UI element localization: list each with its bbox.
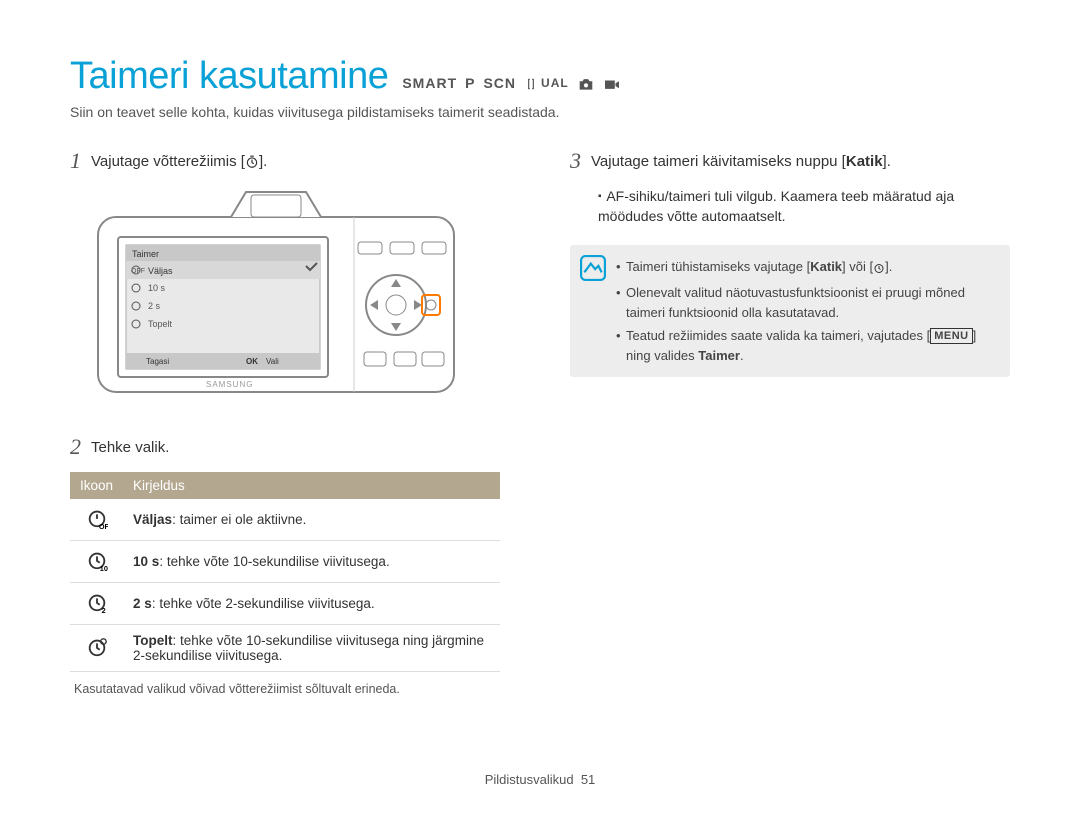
footer-section: Pildistusvalikud: [485, 772, 574, 787]
step-2-num: 2: [70, 436, 81, 458]
row-desc: 2 s: tehke võte 2-sekundilise viivituseg…: [123, 583, 500, 625]
step-3-num: 3: [570, 150, 581, 172]
step-2: 2 Tehke valik.: [70, 436, 510, 458]
svg-text:Vali: Vali: [266, 357, 279, 366]
step-1-num: 1: [70, 150, 81, 172]
step-1: 1 Vajutage võtterežiimis [].: [70, 150, 510, 173]
row-desc: Topelt: tehke võte 10-sekundilise viivit…: [123, 625, 500, 672]
note-icon: [580, 255, 606, 287]
row-icon-double: [70, 625, 123, 672]
mode-smart: SMART: [402, 75, 457, 91]
table-footnote: Kasutatavad valikud võivad võtterežiimis…: [74, 682, 510, 696]
mode-video-icon: [603, 75, 621, 91]
left-column: 1 Vajutage võtterežiimis []. Taimer: [70, 150, 510, 696]
svg-text:Topelt: Topelt: [148, 319, 173, 329]
mode-p: P: [465, 75, 475, 91]
table-row: 2 2 s: tehke võte 2-sekundilise viivitus…: [70, 583, 500, 625]
step-3: 3 Vajutage taimeri käivitamiseks nuppu […: [570, 150, 1010, 172]
intro-text: Siin on teavet selle kohta, kuidas viivi…: [70, 104, 1010, 120]
table-row: Topelt: tehke võte 10-sekundilise viivit…: [70, 625, 500, 672]
svg-text:Tagasi: Tagasi: [146, 357, 169, 366]
step-2-text: Tehke valik.: [91, 436, 169, 456]
note-box: Taimeri tühistamiseks vajutage [Katik] v…: [570, 245, 1010, 378]
row-icon-2s: 2: [70, 583, 123, 625]
note-item: Olenevalt valitud näotuvastusfunktsiooni…: [616, 283, 996, 322]
mode-icons: SMART P SCN UAL: [402, 75, 620, 91]
svg-text:SAMSUNG: SAMSUNG: [206, 380, 253, 389]
page-title: Taimeri kasutamine: [70, 55, 388, 98]
row-icon-10s: 10: [70, 541, 123, 583]
note-item: Teatud režiimides saate valida ka taimer…: [616, 326, 996, 365]
svg-text:OFF: OFF: [131, 268, 145, 275]
step-3-text: Vajutage taimeri käivitamiseks nuppu [Ka…: [591, 150, 891, 170]
table-row: OFF Väljas: taimer ei ole aktiivne.: [70, 499, 500, 541]
right-column: 3 Vajutage taimeri käivitamiseks nuppu […: [570, 150, 1010, 696]
svg-text:2 s: 2 s: [148, 301, 161, 311]
timer-icon: [245, 155, 259, 173]
camera-illustration: Taimer OFF Väljas 10 s 2 s Topelt Tagasi…: [96, 187, 510, 412]
footer-page: 51: [581, 772, 595, 787]
svg-text:10 s: 10 s: [148, 283, 166, 293]
mode-dual-label: UAL: [541, 76, 569, 90]
svg-text:2: 2: [101, 606, 105, 613]
mode-scn: SCN: [483, 75, 516, 91]
mode-cam-icon: [577, 75, 595, 91]
title-row: Taimeri kasutamine SMART P SCN UAL: [70, 55, 1010, 98]
row-icon-off: OFF: [70, 499, 123, 541]
mode-dual-icon: [524, 75, 538, 91]
row-desc: Väljas: taimer ei ole aktiivne.: [123, 499, 500, 541]
page-footer: Pildistusvalikud 51: [0, 772, 1080, 787]
svg-text:Väljas: Väljas: [148, 266, 173, 276]
th-icon: Ikoon: [70, 472, 123, 499]
svg-text:OFF: OFF: [98, 522, 107, 529]
note-item: Taimeri tühistamiseks vajutage [Katik] v…: [616, 257, 996, 280]
menu-button-label: MENU: [930, 328, 972, 344]
options-table: Ikoon Kirjeldus OFF Väljas: taimer ei ol…: [70, 472, 500, 672]
row-desc: 10 s: tehke võte 10-sekundilise viivitus…: [123, 541, 500, 583]
timer-icon: [873, 260, 885, 280]
step-3-sub: AF-sihiku/taimeri tuli vilgub. Kaamera t…: [598, 186, 1010, 227]
th-desc: Kirjeldus: [123, 472, 500, 499]
table-row: 10 10 s: tehke võte 10-sekundilise viivi…: [70, 541, 500, 583]
svg-text:OK: OK: [246, 357, 258, 366]
cam-menu-title: Taimer: [132, 249, 159, 259]
svg-text:10: 10: [99, 564, 107, 571]
step-1-text: Vajutage võtterežiimis [].: [91, 150, 267, 173]
